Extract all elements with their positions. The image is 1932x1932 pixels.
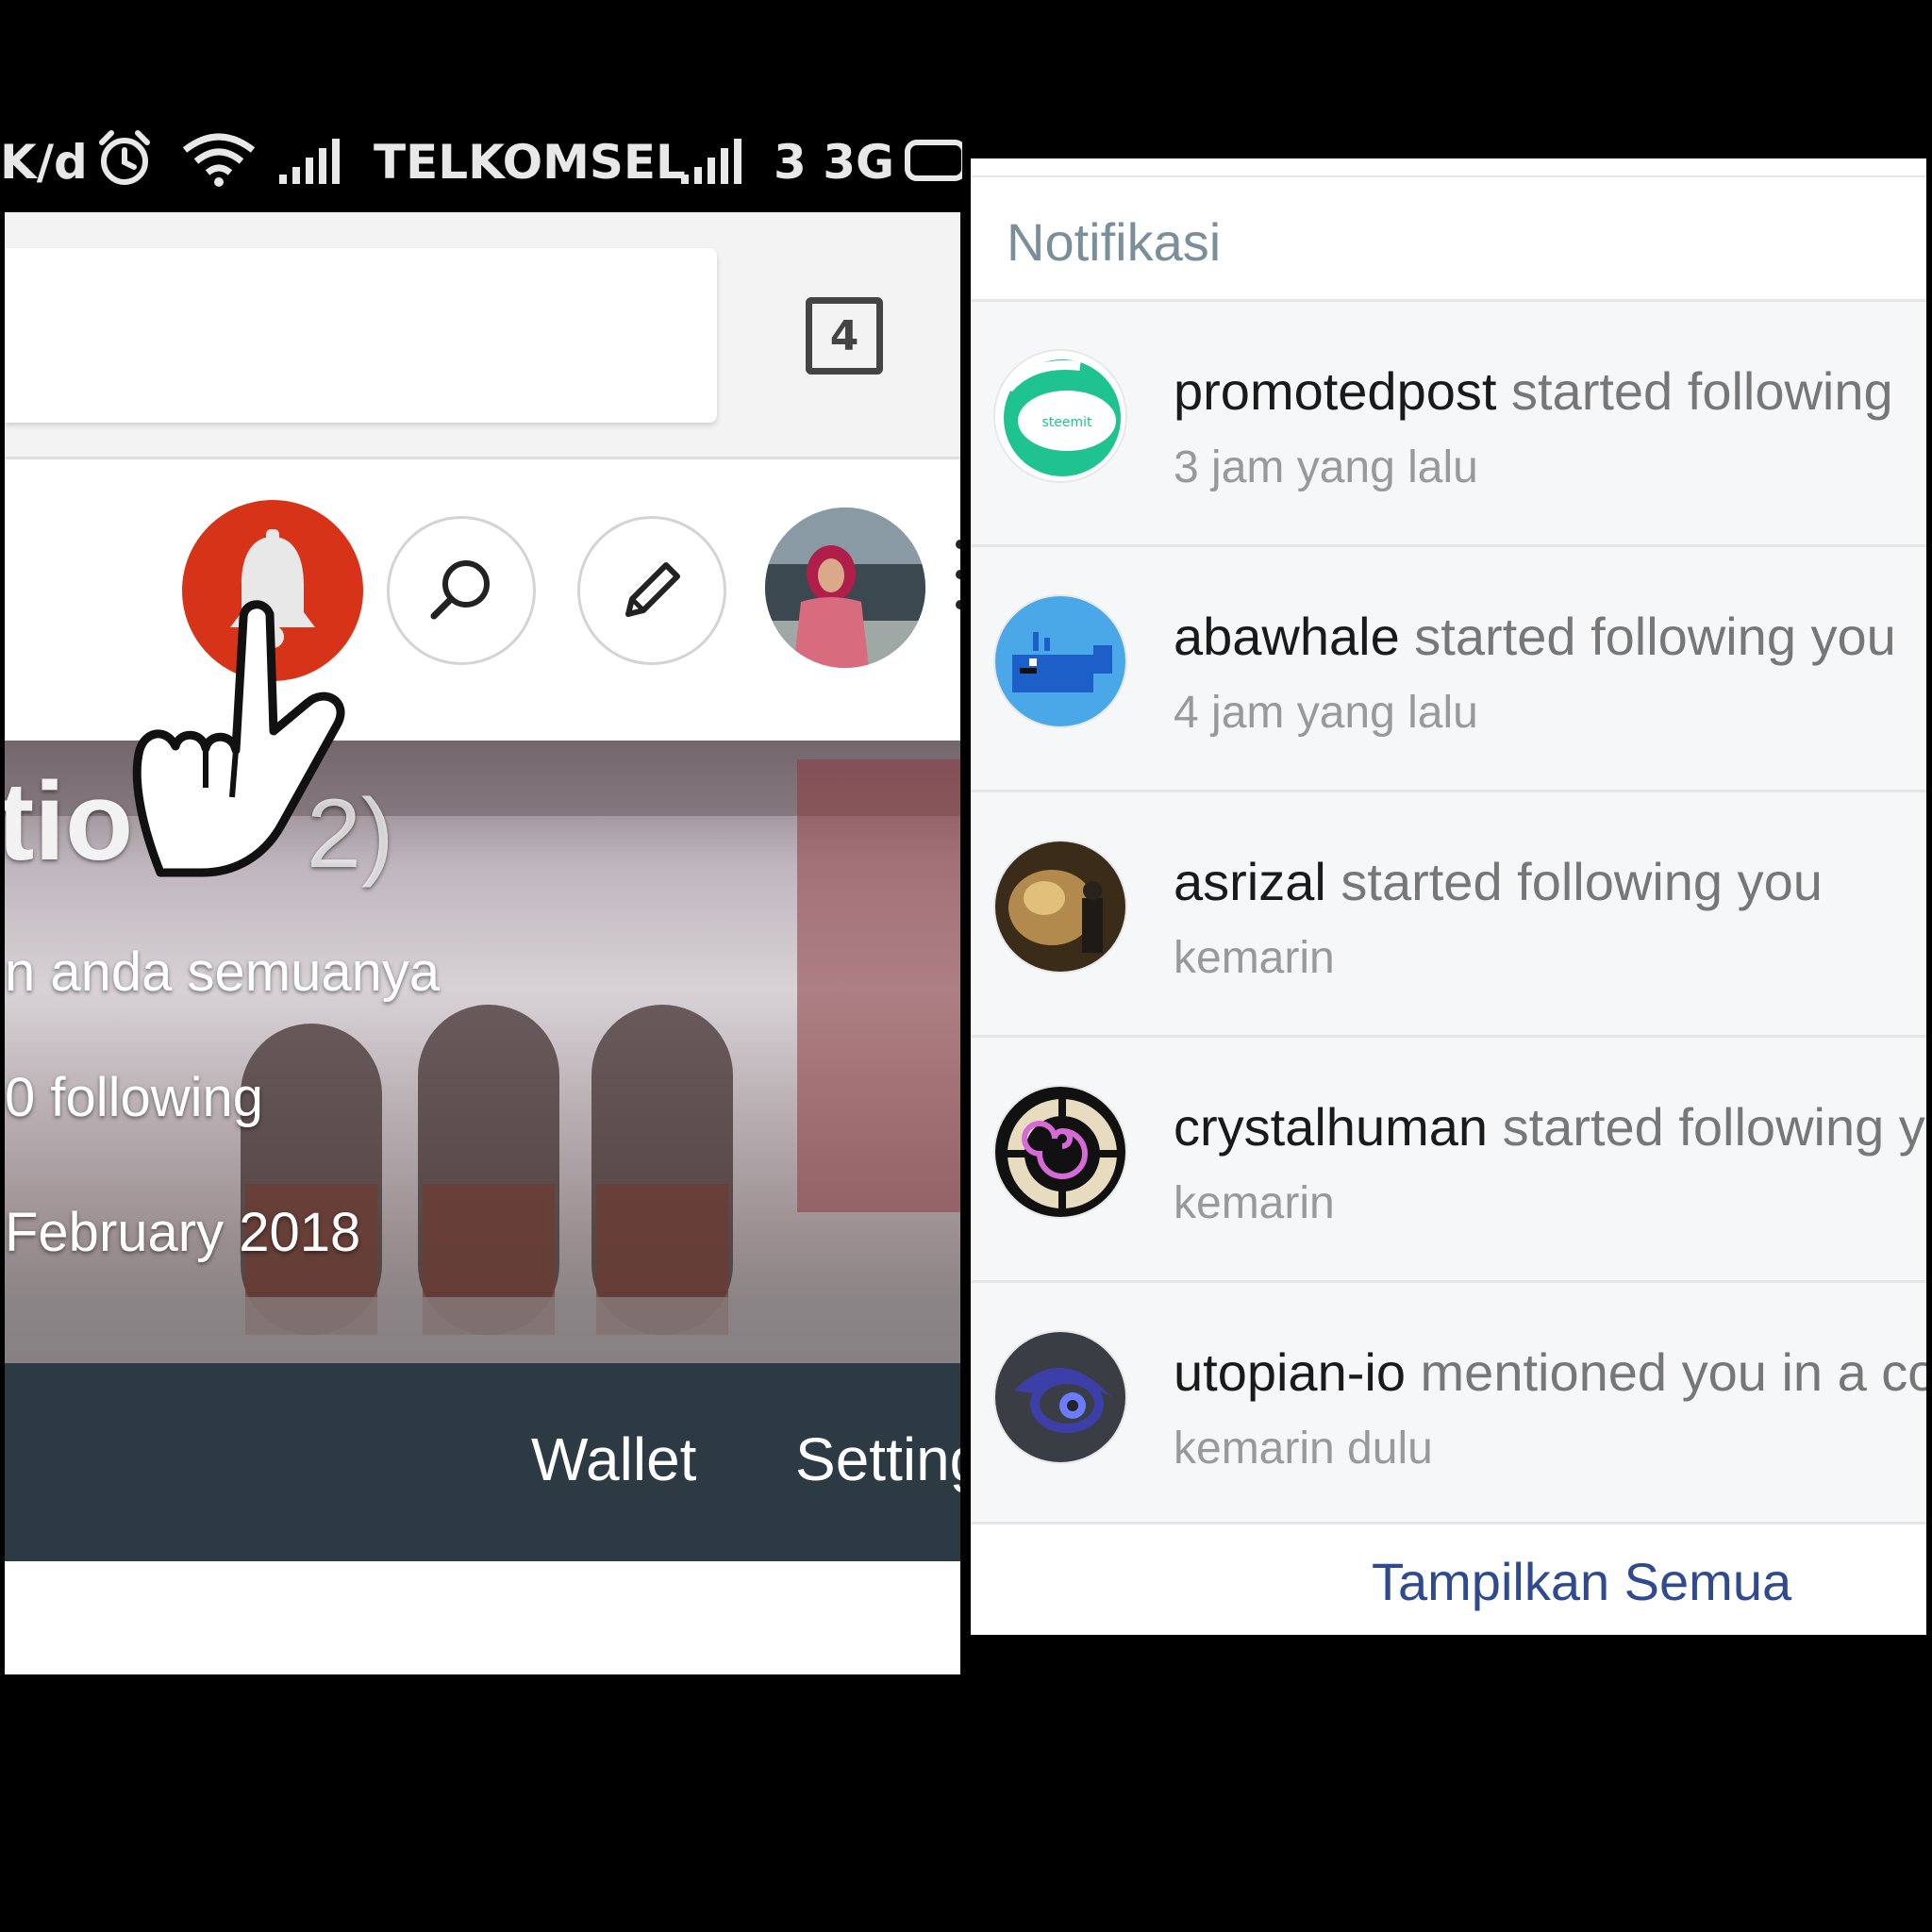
panel-top-edge <box>971 158 1926 177</box>
notification-username[interactable]: utopian-io <box>1174 1342 1406 1402</box>
battery-icon <box>904 137 967 195</box>
browser-screen: 4 tio 2) n anda semuanya 0 following Feb… <box>5 212 960 1674</box>
network-type: 3 3G <box>774 135 895 190</box>
profile-tab-bar: Wallet Setting <box>5 1363 960 1561</box>
profile-following[interactable]: 0 following <box>5 1066 263 1129</box>
more-menu-icon[interactable] <box>956 540 960 634</box>
browser-toolbar: 4 <box>5 212 960 459</box>
search-button[interactable] <box>387 516 536 665</box>
profile-joined: February 2018 <box>5 1202 361 1263</box>
notification-username[interactable]: crystalhuman <box>1174 1097 1488 1157</box>
utopian-eye-avatar <box>993 1330 1127 1464</box>
notification-username[interactable]: asrizal <box>1174 852 1326 911</box>
svg-text:steemit: steemit <box>1041 415 1092 430</box>
tab-settings[interactable]: Setting <box>795 1424 960 1494</box>
wifi-icon <box>181 131 257 199</box>
mandala-avatar <box>993 1085 1127 1219</box>
notification-username[interactable]: promotedpost <box>1174 361 1496 421</box>
notifications-panel: Notifikasi steemit promotedpost started … <box>971 158 1926 1635</box>
notification-time: 4 jam yang lalu <box>1174 688 1478 738</box>
steemit-logo-avatar: steemit <box>993 349 1127 483</box>
notification-time: 3 jam yang lalu <box>1174 442 1478 492</box>
signal-icon <box>277 139 345 197</box>
network-speed: K/d <box>0 135 88 190</box>
show-all-link[interactable]: Tampilkan Semua <box>1372 1551 1791 1612</box>
notification-item[interactable]: asrizal started following you kemarin <box>971 792 1926 1038</box>
user-avatar[interactable] <box>765 508 925 668</box>
notification-username[interactable]: abawhale <box>1174 607 1400 666</box>
notification-time: kemarin dulu <box>1174 1424 1433 1474</box>
profile-name: tio <box>5 759 134 884</box>
notifications-title: Notifikasi <box>1007 212 1222 272</box>
notification-item[interactable]: abawhale started following you 4 jam yan… <box>971 547 1926 792</box>
tap-hand-icon <box>132 600 345 877</box>
alarm-icon <box>96 129 153 199</box>
signal-icon <box>679 139 747 197</box>
notification-action: started following <box>1496 361 1893 421</box>
notification-time: kemarin <box>1174 933 1335 983</box>
profile-about: n anda semuanya <box>5 941 441 1003</box>
status-bar: K/d TELKOMSEL 3 3G <box>0 118 967 212</box>
notification-action: mentioned you in a co <box>1405 1342 1926 1402</box>
notification-item[interactable]: utopian-io mentioned you in a co kemarin… <box>971 1283 1926 1522</box>
notification-item[interactable]: crystalhuman started following y kemarin <box>971 1038 1926 1283</box>
whale-avatar <box>993 594 1127 728</box>
tab-wallet[interactable]: Wallet <box>531 1424 696 1494</box>
photo-avatar <box>993 840 1127 974</box>
notifications-header: Notifikasi <box>971 177 1926 302</box>
pencil-icon <box>625 562 680 617</box>
notification-action: started following you <box>1325 852 1823 911</box>
notification-time: kemarin <box>1174 1178 1335 1228</box>
carrier-name: TELKOMSEL <box>374 135 686 190</box>
notification-action: started following y <box>1488 1097 1925 1157</box>
address-bar[interactable] <box>5 248 717 423</box>
notifications-footer: Tampilkan Semua <box>971 1522 1926 1635</box>
write-post-button[interactable] <box>577 516 726 665</box>
tab-switcher-button[interactable]: 4 <box>806 297 883 375</box>
search-icon <box>430 560 490 620</box>
notification-action: started following you <box>1399 607 1896 666</box>
notification-item[interactable]: steemit promotedpost started following 3… <box>971 302 1926 547</box>
